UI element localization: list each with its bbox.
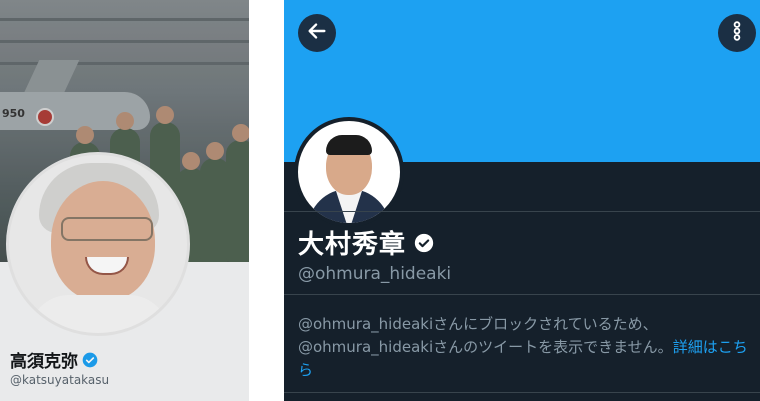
left-profile-panel: 950 高須克弥 @katsuyatakasu	[0, 0, 249, 401]
blocked-message-text: @ohmura_hideakiさんにブロックされているため、@ohmura_hi…	[298, 315, 673, 356]
more-options-button[interactable]	[718, 14, 756, 52]
bottom-divider	[284, 392, 760, 393]
more-vertical-icon	[726, 20, 748, 46]
avatar-hair	[326, 135, 372, 155]
verified-badge-icon	[414, 233, 434, 253]
left-profile-handle: @katsuyatakasu	[10, 373, 110, 387]
right-profile-panel: 大村秀章 @ohmura_hideaki @ohmura_hideakiさんにブ…	[284, 0, 760, 401]
right-name-row: 大村秀章	[298, 224, 434, 261]
back-button[interactable]	[298, 14, 336, 52]
arrow-left-icon	[306, 20, 328, 46]
avatar-glasses	[61, 217, 153, 241]
left-name-row: 高須克弥	[10, 347, 98, 372]
avatar-face	[51, 181, 155, 301]
avatar-collar	[29, 295, 169, 333]
right-profile-name: 大村秀章	[298, 230, 407, 260]
content-divider	[284, 294, 760, 295]
left-profile-name: 高須克弥	[10, 352, 78, 372]
left-profile-avatar[interactable]	[6, 152, 190, 336]
blocked-message: @ohmura_hideakiさんにブロックされているため、@ohmura_hi…	[298, 313, 750, 382]
header-divider	[284, 211, 760, 212]
verified-badge-icon	[82, 352, 98, 368]
right-profile-handle: @ohmura_hideaki	[298, 264, 452, 284]
